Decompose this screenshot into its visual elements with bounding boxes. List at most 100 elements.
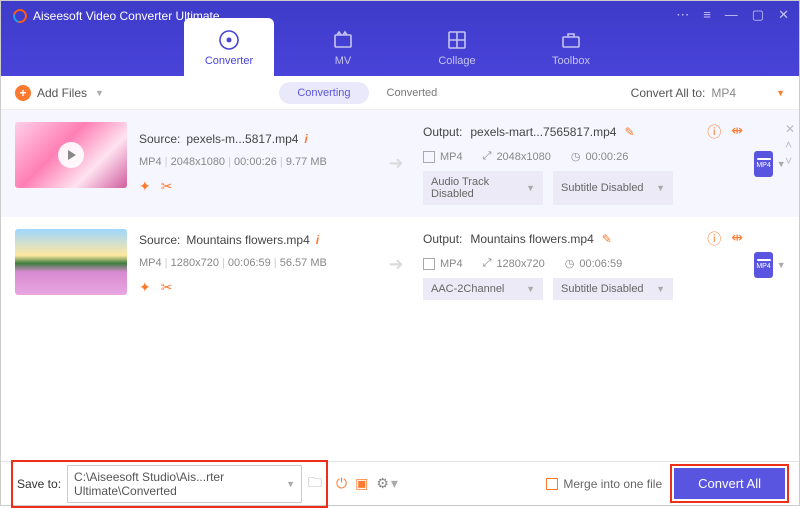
output-format-button[interactable]: MP4 ▼ — [755, 229, 785, 300]
source-row: Source: pexels-m...5817.mp4 i — [139, 132, 369, 146]
move-up-icon[interactable]: ˄ — [785, 138, 795, 152]
output-actions: ⓘ ⇹ — [707, 122, 743, 142]
cut-icon[interactable]: ✂ — [161, 279, 173, 296]
convert-all-wrap: Convert All — [670, 464, 789, 503]
edit-tools: ✦ ✂ — [139, 279, 369, 296]
tab-collage[interactable]: Collage — [412, 18, 502, 76]
info-output-icon[interactable]: ⓘ — [707, 229, 721, 249]
source-format: MP4 — [139, 156, 162, 168]
out-duration: ◷00:00:26 — [571, 150, 628, 163]
source-size: 9.77 MB — [277, 156, 327, 168]
audio-track-select[interactable]: AAC-2Channel▼ — [423, 278, 543, 300]
feedback-icon[interactable]: ⋯ — [676, 7, 689, 23]
file-item[interactable]: Source: pexels-m...5817.mp4 i MP42048x10… — [1, 110, 799, 217]
toolbar: + Add Files ▼ Converting Converted Conve… — [1, 76, 799, 110]
task-segmented: Converting Converted — [279, 82, 455, 104]
save-path-value: C:\Aiseesoft Studio\Ais...rter Ultimate\… — [74, 470, 284, 498]
subtitle-select[interactable]: Subtitle Disabled▼ — [553, 278, 673, 300]
footer-bar: Save to: C:\Aiseesoft Studio\Ais...rter … — [1, 461, 799, 505]
close-icon[interactable]: ✕ — [778, 7, 789, 23]
source-meta: MP42048x108000:00:269.77 MB — [139, 156, 369, 168]
source-info: Source: pexels-m...5817.mp4 i MP42048x10… — [139, 122, 369, 205]
video-thumbnail[interactable] — [15, 122, 127, 188]
file-list: ✕ ˄ ˅ Source: pexels-m...5817.mp4 i MP42… — [1, 110, 799, 461]
clock-icon: ◷ — [565, 257, 575, 270]
gpu-accel-icon[interactable]: ⏻ — [336, 475, 347, 492]
remove-item-icon[interactable]: ✕ — [785, 122, 795, 136]
save-path-select[interactable]: C:\Aiseesoft Studio\Ais...rter Ultimate\… — [67, 465, 302, 503]
play-icon[interactable] — [58, 142, 84, 168]
high-speed-icon[interactable]: ▣ — [355, 475, 368, 492]
tab-mv-label: MV — [335, 55, 352, 67]
resize-icon: ⤢ — [483, 150, 492, 163]
convert-all-to: Convert All to: MP4 ▼ — [631, 86, 785, 100]
track-dropdowns: Audio Track Disabled▼ Subtitle Disabled▼ — [423, 171, 743, 205]
cut-icon[interactable]: ✂ — [161, 178, 173, 195]
add-files-button[interactable]: + Add Files ▼ — [15, 85, 104, 101]
source-row: Source: Mountains flowers.mp4 i — [139, 233, 369, 247]
chevron-down-icon: ▼ — [95, 88, 104, 98]
output-stats: MP4 ⤢2048x1080 ◷00:00:26 — [423, 150, 743, 163]
out-format: MP4 — [423, 258, 463, 270]
source-duration: 00:00:26 — [225, 156, 277, 168]
minimize-icon[interactable]: — — [725, 7, 738, 23]
output-info: Output: Mountains flowers.mp4 ✎ ⓘ ⇹ MP4 … — [423, 229, 743, 300]
source-duration: 00:06:59 — [219, 257, 271, 269]
convert-all-button[interactable]: Convert All — [674, 468, 785, 499]
app-logo-icon — [10, 6, 29, 25]
chevron-down-icon: ▼ — [526, 284, 535, 294]
compress-icon[interactable]: ⇹ — [731, 122, 743, 142]
arrow-icon: ➜ — [381, 229, 411, 300]
mv-icon — [331, 28, 355, 52]
audio-track-select[interactable]: Audio Track Disabled▼ — [423, 171, 543, 205]
output-format-button[interactable]: MP4 ▼ — [755, 122, 785, 205]
tab-mv[interactable]: MV — [298, 18, 388, 76]
compress-icon[interactable]: ⇹ — [731, 229, 743, 249]
subtitle-select[interactable]: Subtitle Disabled▼ — [553, 171, 673, 205]
item-side-controls: ✕ ˄ ˅ — [785, 122, 795, 168]
seg-converted[interactable]: Converted — [369, 82, 456, 104]
out-format: MP4 — [423, 151, 463, 163]
video-icon — [423, 151, 435, 163]
tab-converter[interactable]: Converter — [184, 18, 274, 76]
info-icon[interactable]: i — [316, 233, 319, 247]
enhance-icon[interactable]: ✦ — [139, 178, 151, 195]
output-row: Output: pexels-mart...7565817.mp4 ✎ ⓘ ⇹ — [423, 122, 743, 142]
convert-all-to-label: Convert All to: — [631, 86, 706, 100]
output-row: Output: Mountains flowers.mp4 ✎ ⓘ ⇹ — [423, 229, 743, 249]
maximize-icon[interactable]: ▢ — [752, 7, 764, 23]
rename-icon[interactable]: ✎ — [624, 125, 634, 139]
format-badge-icon: MP4 — [754, 151, 772, 177]
convert-all-format-select[interactable]: MP4 ▼ — [711, 86, 785, 100]
move-down-icon[interactable]: ˅ — [785, 154, 795, 168]
seg-converting[interactable]: Converting — [279, 82, 368, 104]
merge-checkbox[interactable]: Merge into one file — [546, 477, 662, 491]
output-label: Output: — [423, 232, 462, 246]
top-tabs: Converter MV Collage Toolbox — [184, 18, 616, 76]
rename-icon[interactable]: ✎ — [602, 232, 612, 246]
resize-icon: ⤢ — [483, 257, 492, 270]
converter-icon — [217, 28, 241, 52]
checkbox-icon — [546, 478, 558, 490]
info-icon[interactable]: i — [304, 132, 307, 146]
file-item[interactable]: Source: Mountains flowers.mp4 i MP4 1280x… — [1, 217, 799, 312]
add-plus-icon: + — [15, 85, 31, 101]
tab-collage-label: Collage — [438, 55, 475, 67]
output-filename: pexels-mart...7565817.mp4 — [470, 125, 616, 139]
chevron-down-icon: ▼ — [286, 479, 295, 489]
enhance-icon[interactable]: ✦ — [139, 279, 151, 296]
source-label: Source: — [139, 233, 180, 247]
open-folder-icon[interactable]: 🗀 — [308, 472, 322, 496]
video-icon — [423, 258, 435, 270]
output-filename: Mountains flowers.mp4 — [470, 232, 593, 246]
settings-icon[interactable]: ⚙▾ — [376, 475, 398, 492]
source-label: Source: — [139, 132, 180, 146]
output-stats: MP4 ⤢1280x720 ◷00:06:59 — [423, 257, 743, 270]
info-output-icon[interactable]: ⓘ — [707, 122, 721, 142]
video-thumbnail[interactable] — [15, 229, 127, 295]
tab-toolbox[interactable]: Toolbox — [526, 18, 616, 76]
tab-toolbox-label: Toolbox — [552, 55, 590, 67]
source-resolution: 1280x720 — [162, 257, 219, 269]
track-dropdowns: AAC-2Channel▼ Subtitle Disabled▼ — [423, 278, 743, 300]
menu-icon[interactable]: ≡ — [703, 7, 711, 23]
